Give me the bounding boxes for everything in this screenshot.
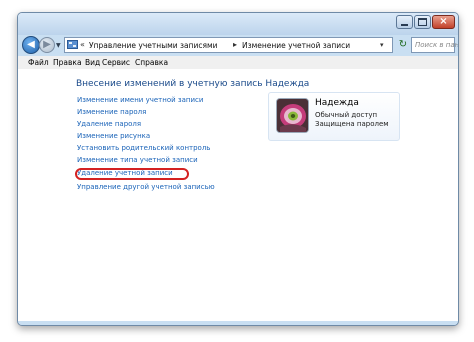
title-bar[interactable]: × [18, 13, 458, 35]
user-card: Надежда Обычный доступ Защищена паролем [268, 92, 400, 141]
menu-help[interactable]: Справка [135, 57, 168, 68]
maximize-icon [418, 18, 427, 26]
forward-button[interactable]: ▶ [39, 37, 55, 53]
search-placeholder: Поиск в пане... [415, 41, 459, 49]
minimize-button[interactable] [396, 15, 413, 29]
user-account-type: Обычный доступ [315, 111, 378, 119]
task-change-name[interactable]: Изменение имени учетной записи [77, 96, 203, 105]
menu-edit[interactable]: Правка [53, 57, 82, 68]
history-dropdown-icon[interactable]: ▼ [56, 42, 61, 49]
control-panel-icon [67, 40, 78, 49]
user-name: Надежда [315, 98, 359, 108]
highlight-marker [75, 168, 189, 180]
close-button[interactable]: × [432, 15, 455, 29]
refresh-button[interactable]: ↻ [396, 37, 410, 53]
back-button[interactable]: ◀ [22, 36, 40, 54]
navigation-bar: ◀ ▶ ▼ « Управление учетными записями ▸ И… [18, 35, 458, 56]
minimize-icon [401, 23, 408, 26]
address-bar[interactable]: « Управление учетными записями ▸ Изменен… [64, 37, 393, 53]
forward-arrow-icon: ▶ [43, 39, 51, 50]
task-manage-another-account[interactable]: Управление другой учетной записью [77, 183, 215, 192]
menu-file[interactable]: Файл [28, 57, 49, 68]
close-icon: × [439, 16, 448, 27]
menu-tools[interactable]: Сервис [102, 57, 130, 68]
search-box[interactable]: Поиск в пане... [411, 37, 458, 53]
back-arrow-icon: ◀ [27, 39, 35, 50]
flower-avatar-icon [277, 99, 308, 132]
task-change-password[interactable]: Изменение пароля [77, 108, 146, 117]
explorer-window: × ◀ ▶ ▼ « Управление учетными записями ▸… [17, 12, 459, 326]
user-password-status: Защищена паролем [315, 120, 389, 128]
page-title: Внесение изменений в учетную запись Наде… [76, 79, 310, 89]
address-dropdown-icon[interactable]: ▾ [380, 41, 384, 49]
content-pane: Внесение изменений в учетную запись Наде… [18, 69, 458, 321]
menu-bar: Файл Правка Вид Сервис Справка [18, 56, 458, 70]
maximize-button[interactable] [414, 15, 431, 29]
task-change-picture[interactable]: Изменение рисунка [77, 132, 150, 141]
avatar [276, 98, 309, 133]
task-change-account-type[interactable]: Изменение типа учетной записи [77, 156, 198, 165]
breadcrumb-overflow-icon[interactable]: « [80, 40, 85, 50]
menu-view[interactable]: Вид [85, 57, 100, 68]
task-remove-password[interactable]: Удаление пароля [77, 120, 141, 129]
breadcrumb-separator-icon[interactable]: ▸ [233, 40, 237, 50]
breadcrumb-item-change-account[interactable]: Изменение учетной записи [242, 40, 350, 51]
task-parental-controls[interactable]: Установить родительский контроль [77, 144, 210, 153]
breadcrumb-item-accounts[interactable]: Управление учетными записями [89, 40, 218, 51]
refresh-icon: ↻ [398, 39, 408, 50]
window-bottom-border [18, 321, 458, 325]
